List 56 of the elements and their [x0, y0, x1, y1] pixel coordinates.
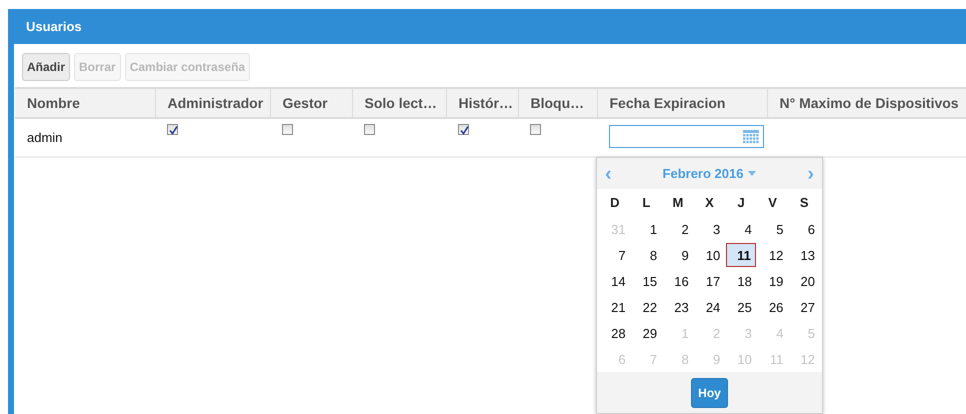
calendar-day[interactable]: 11 — [726, 243, 756, 267]
weekday-label: X — [704, 194, 715, 212]
column-header[interactable]: N° Maximo de Dispositivos — [767, 88, 966, 118]
calendar-day[interactable]: 29 — [632, 321, 662, 345]
calendar-day[interactable]: 24 — [694, 295, 724, 319]
table-cell: admin — [27, 130, 62, 145]
calendar-day[interactable]: 2 — [663, 217, 693, 241]
calendar-day[interactable]: 7 — [600, 243, 630, 267]
calendar-day[interactable]: 16 — [663, 269, 693, 293]
checkbox[interactable] — [167, 124, 178, 135]
today-button[interactable]: Hoy — [691, 378, 728, 408]
date-field[interactable] — [609, 125, 764, 148]
calendar-day[interactable]: 22 — [632, 295, 662, 319]
column-header[interactable]: Fecha Expiracion — [597, 88, 767, 118]
calendar-day[interactable]: 12 — [758, 243, 788, 267]
calendar-day[interactable]: 21 — [600, 295, 630, 319]
calendar-day[interactable]: 4 — [726, 217, 756, 241]
weekday-label: M — [672, 194, 684, 212]
checkbox[interactable] — [282, 124, 293, 135]
weekday-label: V — [767, 194, 778, 212]
column-header[interactable]: Histór… — [446, 88, 518, 118]
calendar-day[interactable]: 26 — [758, 295, 788, 319]
column-header[interactable]: Gestor — [270, 88, 352, 118]
calendar-day[interactable]: 15 — [632, 269, 662, 293]
calendar-day[interactable]: 9 — [663, 243, 693, 267]
calendar-day[interactable]: 10 — [694, 243, 724, 267]
calendar-day[interactable]: 3 — [694, 217, 724, 241]
column-header[interactable]: Bloqu… — [518, 88, 597, 118]
calendar-day[interactable]: 25 — [726, 295, 756, 319]
calendar-day[interactable]: 18 — [726, 269, 756, 293]
calendar-day[interactable]: 1 — [632, 217, 662, 241]
calendar-day[interactable]: 28 — [600, 321, 630, 345]
checkbox[interactable] — [364, 124, 375, 135]
calendar-day[interactable]: 27 — [789, 295, 819, 319]
checkbox[interactable] — [458, 124, 469, 135]
checkbox[interactable] — [530, 124, 541, 135]
calendar-day[interactable]: 19 — [758, 269, 788, 293]
calendar-day[interactable]: 14 — [600, 269, 630, 293]
calendar-day[interactable]: 8 — [632, 243, 662, 267]
calendar-day[interactable]: 13 — [789, 243, 819, 267]
weekday-label: L — [641, 194, 652, 212]
calendar-day[interactable]: 6 — [789, 217, 819, 241]
panel-title: Usuarios — [26, 19, 82, 34]
weekday-label: D — [609, 194, 620, 212]
calendar-icon[interactable] — [743, 130, 759, 144]
toolbar-button[interactable]: Añadir — [22, 53, 70, 81]
column-header[interactable]: Solo lect… — [352, 88, 446, 118]
weekday-label: S — [798, 194, 810, 212]
caret-icon — [748, 171, 756, 176]
calendar-day[interactable]: 20 — [789, 269, 819, 293]
calendar-day[interactable]: 5 — [758, 217, 788, 241]
calendar-day[interactable]: 17 — [694, 269, 724, 293]
column-header[interactable]: Administrador — [155, 88, 270, 118]
weekday-label: J — [736, 194, 746, 212]
calendar-day[interactable]: 23 — [663, 295, 693, 319]
column-header[interactable]: Nombre — [15, 88, 155, 118]
